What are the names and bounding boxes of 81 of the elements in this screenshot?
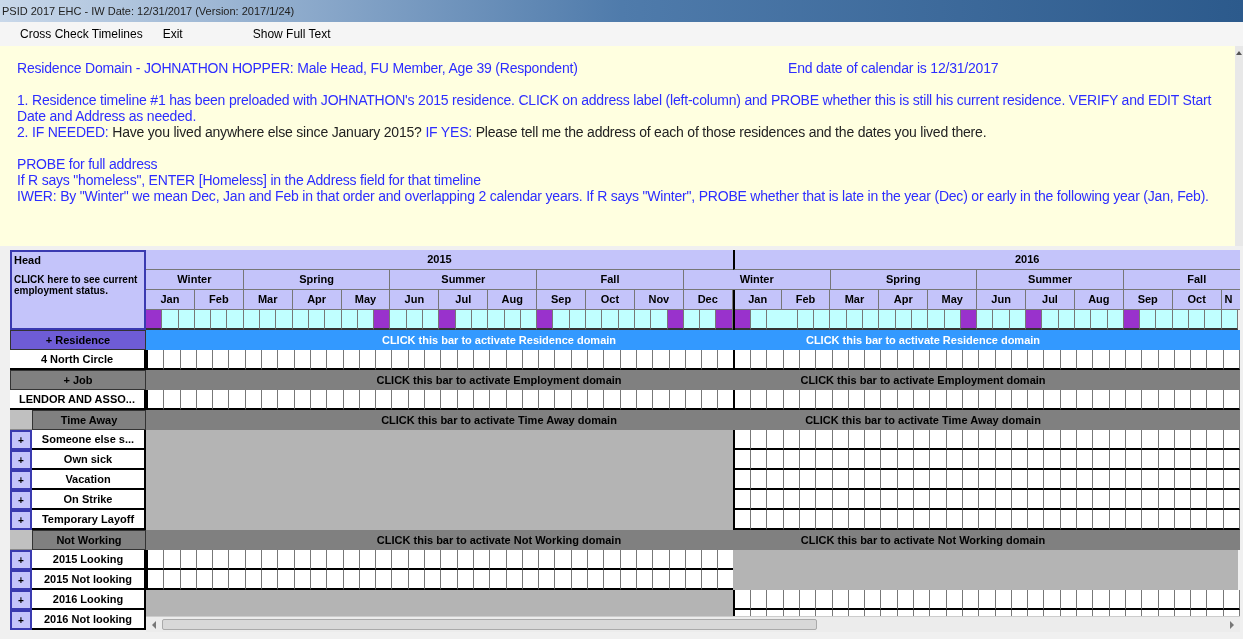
domain-heading: Residence Domain - JOHNATHON HOPPER: Male Head, FU Member, Age 39 (Respondent)	[17, 60, 579, 76]
domain-bar[interactable]: CLICK this bar to activate Time Away domain CLICK this bar to activate Time Away domain	[146, 410, 1240, 430]
bar-text: CLICK this bar to activate Residence domain	[380, 332, 618, 348]
row-label[interactable]: On Strike	[32, 490, 146, 510]
expand-button[interactable]: +	[10, 590, 32, 610]
row-label[interactable]: 4 North Circle	[10, 350, 146, 370]
instruction-line: PROBE for full address	[17, 156, 159, 172]
season-header: Fall	[1123, 270, 1240, 290]
window-title: PSID 2017 EHC - IW Date: 12/31/2017 (Version: 2017/1/24)	[1, 3, 295, 19]
row-label[interactable]: Vacation	[32, 470, 146, 490]
month-header: Feb	[781, 290, 831, 310]
instruction-line: 1. Residence timeline #1 has been preloaded with JOHNATHON's 2015 residence. CLICK on address label (left-column) and PROBE whether this is still his current residence. VERIFY and EDIT Start Date and Address as needed.	[17, 92, 1213, 124]
row-label[interactable]: 2015 Not looking	[32, 570, 146, 590]
domain-bar[interactable]: CLICK this bar to activate Not Working domain CLICK this bar to activate Not Working domain	[146, 530, 1240, 550]
month-header: May	[341, 290, 391, 310]
row-label[interactable]: Own sick	[32, 450, 146, 470]
season-header: Winter	[146, 270, 244, 290]
year-header: 2015	[146, 250, 733, 270]
month-header: Sep	[537, 290, 586, 310]
month-header: Jul	[1026, 290, 1075, 310]
menu-item[interactable]: Exit	[158, 25, 187, 43]
month-header: Apr	[879, 290, 929, 310]
domain-label[interactable]: Time Away	[32, 410, 146, 430]
month-header: Oct	[586, 290, 635, 310]
bar-text: CLICK this bar to activate Employment domain	[799, 372, 1047, 388]
month-header: Sep	[1123, 290, 1173, 310]
head-corner-panel[interactable]: Head CLICK here to see current employment status.	[10, 250, 146, 330]
season-header: Spring	[243, 270, 391, 290]
month-header: Oct	[1172, 290, 1222, 310]
head-note: CLICK here to see current employment status.	[14, 274, 139, 296]
month-header: Feb	[194, 290, 244, 310]
domain-bar[interactable]: CLICK this bar to activate Employment domain CLICK this bar to activate Employment domain	[146, 370, 1240, 390]
row-label[interactable]: Temporary Layoff	[32, 510, 146, 530]
row-label[interactable]: Someone else s...	[32, 430, 146, 450]
expand-button[interactable]: +	[10, 570, 32, 590]
bar-text: CLICK this bar to activate Not Working domain	[799, 532, 1047, 548]
menu-item[interactable]: Show Full Text	[248, 25, 335, 43]
bar-text: CLICK this bar to activate Time Away domain	[804, 412, 1042, 428]
season-header: Spring	[830, 270, 978, 290]
row-label[interactable]: LENDOR AND ASSO...	[10, 390, 146, 410]
instruction-line: If R says "homeless", ENTER [Homeless] in the Address field for that timeline	[17, 172, 482, 188]
season-header: Fall	[537, 270, 684, 290]
year-header: 2016	[732, 250, 1240, 270]
month-header: Dec	[683, 290, 733, 310]
season-header: Winter	[683, 270, 831, 290]
month-header: Jan	[734, 290, 782, 310]
month-header: Apr	[292, 290, 342, 310]
month-header: May	[928, 290, 978, 310]
expand-button[interactable]: +	[10, 490, 32, 510]
month-header: Mar	[830, 290, 880, 310]
month-header: Aug	[488, 290, 538, 310]
expand-button[interactable]: +	[10, 450, 32, 470]
row-label[interactable]: 2016 Looking	[32, 590, 146, 610]
season-header: Summer	[390, 270, 538, 290]
month-header: Jul	[439, 290, 489, 310]
expand-button[interactable]: +	[10, 510, 32, 530]
expand-button[interactable]: +	[10, 550, 32, 570]
domain-label[interactable]: + Job	[10, 370, 146, 390]
domain-label[interactable]: Not Working	[32, 530, 146, 550]
menu-item[interactable]: Cross Check Timelines	[16, 25, 147, 43]
domain-label[interactable]: + Residence	[10, 330, 146, 350]
instruction-line: IWER: By "Winter" we mean Dec, Jan and Feb in that order and overlapping 2 calendar years. If R says "Winter", PROBE whether that is late in the year (Dec) or early in the following year (Jan, Feb).	[17, 188, 1210, 204]
instruction-line: 2. IF NEEDED: Have you lived anywhere else since January 2015? IF YES: Please tell me the address of each of those residences and the dates you lived there.	[17, 124, 988, 140]
end-date-text: End date of calendar is 12/31/2017	[788, 60, 999, 76]
head-title: Head	[14, 254, 42, 266]
row-label[interactable]: 2016 Not looking	[32, 610, 146, 630]
month-header: Jun	[390, 290, 440, 310]
month-header: Aug	[1074, 290, 1124, 310]
expand-button[interactable]: +	[10, 470, 32, 490]
expand-button[interactable]: +	[10, 610, 32, 630]
month-header: Jan	[146, 290, 195, 310]
month-header: Jun	[977, 290, 1027, 310]
bar-text: CLICK this bar to activate Time Away domain	[380, 412, 618, 428]
bar-text: CLICK this bar to activate Not Working domain	[375, 532, 623, 548]
bar-text: CLICK this bar to activate Employment domain	[375, 372, 623, 388]
expand-button[interactable]: +	[10, 430, 32, 450]
month-header: Mar	[243, 290, 293, 310]
season-header: Summer	[977, 270, 1124, 290]
row-label[interactable]: 2015 Looking	[32, 550, 146, 570]
month-header: Nov	[634, 290, 684, 310]
bar-text: CLICK this bar to activate Residence domain	[804, 332, 1042, 348]
